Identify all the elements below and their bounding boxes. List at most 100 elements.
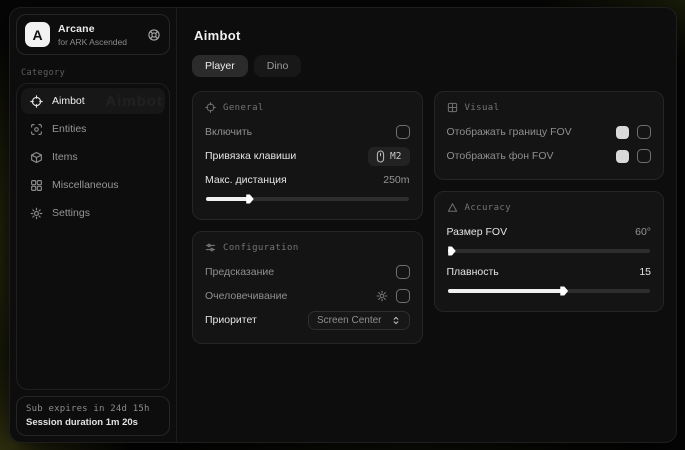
sidebar-item-settings[interactable]: Settings [21, 200, 165, 226]
session-duration-text: Session duration 1m 20s [26, 417, 160, 428]
accuracy-card-title: Accuracy [465, 203, 512, 213]
visual-card-title: Visual [465, 103, 500, 113]
priority-row: Приоритет Screen Center [205, 308, 410, 332]
sliders-icon [205, 242, 216, 253]
sub-expires-text: Sub expires in 24d 15h [26, 404, 160, 414]
fov-size-label: Размер FOV [447, 226, 508, 238]
smoothness-value: 15 [639, 266, 651, 278]
general-card-header: General [205, 102, 410, 113]
humanize-checkbox[interactable] [396, 289, 410, 303]
fov-size-slider-thumb[interactable] [448, 247, 456, 256]
smoothness-label: Плавность [447, 266, 499, 278]
mouse-icon [376, 150, 385, 163]
fov-border-label: Отображать границу FOV [447, 126, 572, 138]
brand-card: A Arcane for ARK Ascended [16, 14, 170, 55]
settings-grid: General Включить Привязка клавиши M2 [192, 91, 664, 344]
grid-icon [30, 179, 43, 192]
chevron-up-down-icon [391, 315, 401, 326]
humanize-label: Очеловечивание [205, 290, 287, 302]
fov-border-controls [616, 125, 651, 139]
accuracy-card: Accuracy Размер FOV 60° Плавность 15 [434, 191, 665, 312]
humanize-row: Очеловечивание [205, 284, 410, 308]
distance-label: Макс. дистанция [205, 174, 287, 186]
prediction-row: Предсказание [205, 260, 410, 284]
aimbot-watermark: Aimbot [105, 93, 163, 110]
humanize-controls [376, 289, 410, 303]
humanize-settings-gear-icon[interactable] [376, 290, 388, 302]
target-icon[interactable] [147, 28, 161, 42]
fov-border-row: Отображать границу FOV [447, 120, 652, 144]
box-icon [30, 151, 43, 164]
sidebar-item-label: Miscellaneous [52, 179, 119, 191]
category-label: Category [21, 68, 166, 78]
priority-dropdown[interactable]: Screen Center [308, 311, 409, 330]
fov-bg-label: Отображать фон FOV [447, 150, 554, 162]
smoothness-row: Плавность 15 [447, 260, 652, 284]
sidebar-item-label: Settings [52, 207, 90, 219]
distance-value: 250m [383, 174, 409, 186]
page-title: Aimbot [194, 28, 664, 43]
fov-bg-checkbox[interactable] [637, 149, 651, 163]
prediction-label: Предсказание [205, 266, 274, 278]
keybind-button[interactable]: M2 [368, 147, 409, 166]
general-card-title: General [223, 103, 264, 113]
configuration-card-title: Configuration [223, 243, 299, 253]
fov-bg-row: Отображать фон FOV [447, 144, 652, 168]
tab-player[interactable]: Player [192, 55, 248, 77]
sidebar-item-aimbot[interactable]: Aimbot Aimbot [21, 88, 165, 114]
distance-slider-fill [206, 197, 249, 201]
frame-icon [447, 102, 458, 113]
enable-row: Включить [205, 120, 410, 144]
prediction-checkbox[interactable] [396, 265, 410, 279]
fov-size-value: 60° [635, 226, 651, 238]
left-column: General Включить Привязка клавиши M2 [192, 91, 423, 344]
sidebar-item-label: Items [52, 151, 78, 163]
enable-label: Включить [205, 126, 252, 138]
triangle-icon [447, 202, 458, 213]
main-panel: Aimbot Player Dino General Включить [177, 8, 676, 442]
enable-checkbox[interactable] [396, 125, 410, 139]
brand-text: Arcane for ARK Ascended [58, 23, 139, 47]
priority-label: Приоритет [205, 314, 257, 326]
cheat-window: A Arcane for ARK Ascended Category Aimbo… [9, 7, 677, 443]
distance-row: Макс. дистанция 250m [205, 168, 410, 192]
crosshair-icon [30, 95, 43, 108]
accuracy-card-header: Accuracy [447, 202, 652, 213]
app-subtitle: for ARK Ascended [58, 37, 139, 47]
keybind-label: Привязка клавиши [205, 150, 296, 162]
smoothness-slider[interactable] [448, 289, 651, 293]
smoothness-slider-thumb[interactable] [560, 287, 568, 296]
keybind-value: M2 [390, 151, 401, 162]
fov-bg-color-swatch[interactable] [616, 150, 629, 163]
fov-size-row: Размер FOV 60° [447, 220, 652, 244]
sidebar-item-items[interactable]: Items [21, 144, 165, 170]
smoothness-slider-fill [448, 289, 563, 293]
app-logo: A [25, 22, 50, 47]
visual-card-header: Visual [447, 102, 652, 113]
sidebar-item-label: Aimbot [52, 95, 85, 107]
fov-border-checkbox[interactable] [637, 125, 651, 139]
distance-slider[interactable] [206, 197, 409, 201]
subscription-info: Sub expires in 24d 15h Session duration … [16, 396, 170, 436]
distance-slider-thumb[interactable] [246, 195, 254, 204]
tab-dino[interactable]: Dino [254, 55, 302, 77]
app-title: Arcane [58, 23, 139, 35]
configuration-card-header: Configuration [205, 242, 410, 253]
gear-icon [30, 207, 43, 220]
configuration-card: Configuration Предсказание Очеловечивани… [192, 231, 423, 344]
right-column: Visual Отображать границу FOV Отображать… [434, 91, 665, 344]
fov-bg-controls [616, 149, 651, 163]
fov-size-slider[interactable] [448, 249, 651, 253]
priority-value: Screen Center [317, 315, 381, 326]
tab-bar: Player Dino [192, 55, 664, 77]
general-card: General Включить Привязка клавиши M2 [192, 91, 423, 220]
sidebar-item-label: Entities [52, 123, 86, 135]
sidebar-item-entities[interactable]: Entities [21, 116, 165, 142]
crosshair-icon [205, 102, 216, 113]
sidebar: A Arcane for ARK Ascended Category Aimbo… [10, 8, 177, 442]
scan-icon [30, 123, 43, 136]
visual-card: Visual Отображать границу FOV Отображать… [434, 91, 665, 180]
sidebar-nav: Aimbot Aimbot Entities Items Miscellane [16, 83, 170, 390]
sidebar-item-miscellaneous[interactable]: Miscellaneous [21, 172, 165, 198]
fov-border-color-swatch[interactable] [616, 126, 629, 139]
